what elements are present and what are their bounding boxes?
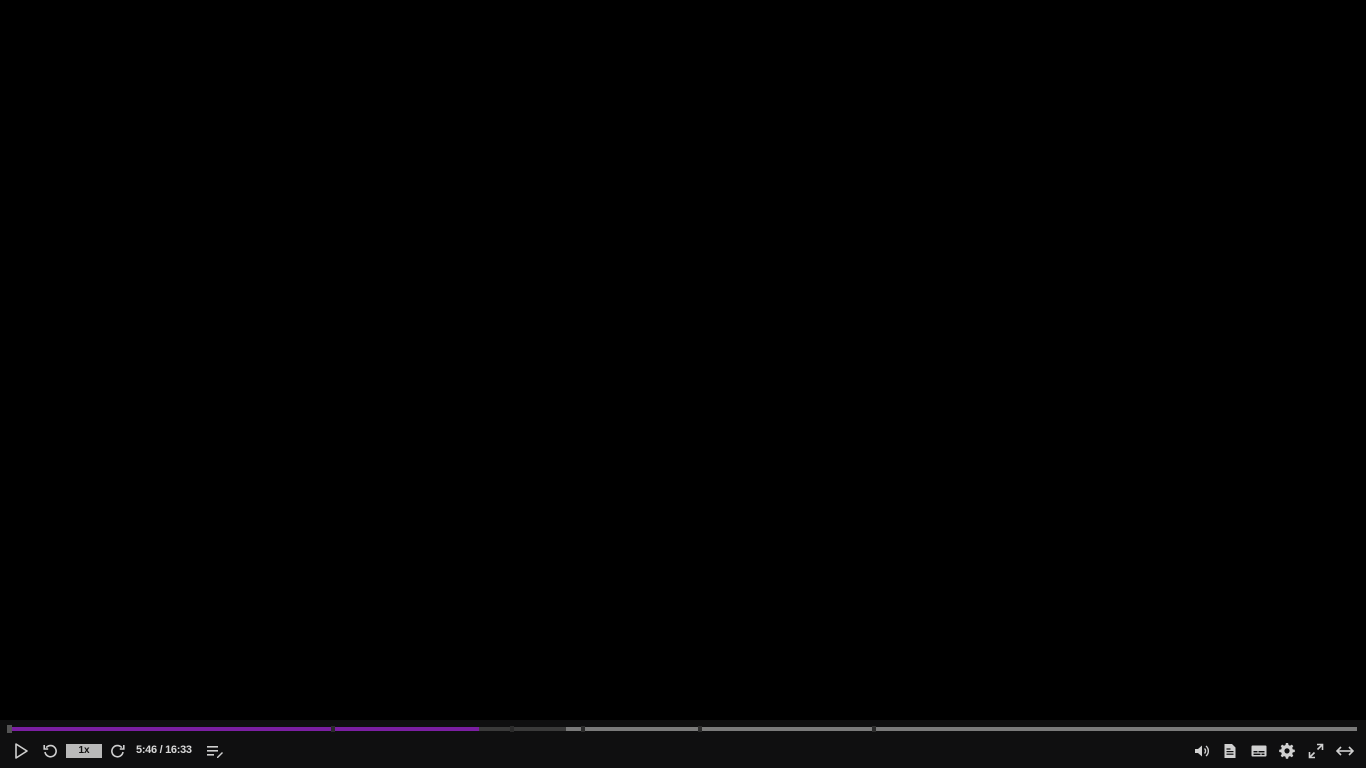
- chapter-marker[interactable]: [330, 726, 335, 732]
- settings-button[interactable]: [1277, 740, 1297, 762]
- progress-bar[interactable]: [7, 725, 1357, 733]
- captions-button[interactable]: [1248, 740, 1270, 762]
- video-player: 1x 5:46 / 16:33: [0, 0, 1366, 768]
- chapter-marker[interactable]: [698, 726, 703, 732]
- transcript-icon: [1224, 744, 1236, 758]
- fullscreen-icon: [1308, 743, 1324, 759]
- scrub-start-handle[interactable]: [7, 725, 12, 733]
- transcript-button[interactable]: [1220, 740, 1240, 762]
- replay-icon: [43, 744, 57, 758]
- expand-horizontal-icon: [1336, 746, 1354, 756]
- gear-icon: [1279, 743, 1295, 759]
- play-button[interactable]: [11, 740, 31, 762]
- forward-icon: [111, 744, 125, 758]
- volume-icon: [1195, 745, 1210, 757]
- playback-speed-button[interactable]: 1x: [66, 744, 102, 758]
- fullscreen-button[interactable]: [1306, 740, 1326, 762]
- played-bar: [10, 727, 480, 731]
- chapter-marker[interactable]: [581, 726, 586, 732]
- edit-notes-icon: [207, 746, 223, 758]
- notes-button[interactable]: [205, 740, 225, 762]
- chapter-marker[interactable]: [509, 726, 514, 732]
- volume-button[interactable]: [1192, 740, 1212, 762]
- rewind-button[interactable]: [40, 740, 60, 762]
- captions-icon: [1251, 745, 1267, 757]
- theater-mode-button[interactable]: [1334, 740, 1356, 762]
- forward-button[interactable]: [108, 740, 128, 762]
- play-icon: [15, 743, 28, 759]
- video-viewport[interactable]: [0, 0, 1366, 720]
- time-display: 5:46 / 16:33: [136, 744, 192, 756]
- chapter-marker[interactable]: [872, 726, 877, 732]
